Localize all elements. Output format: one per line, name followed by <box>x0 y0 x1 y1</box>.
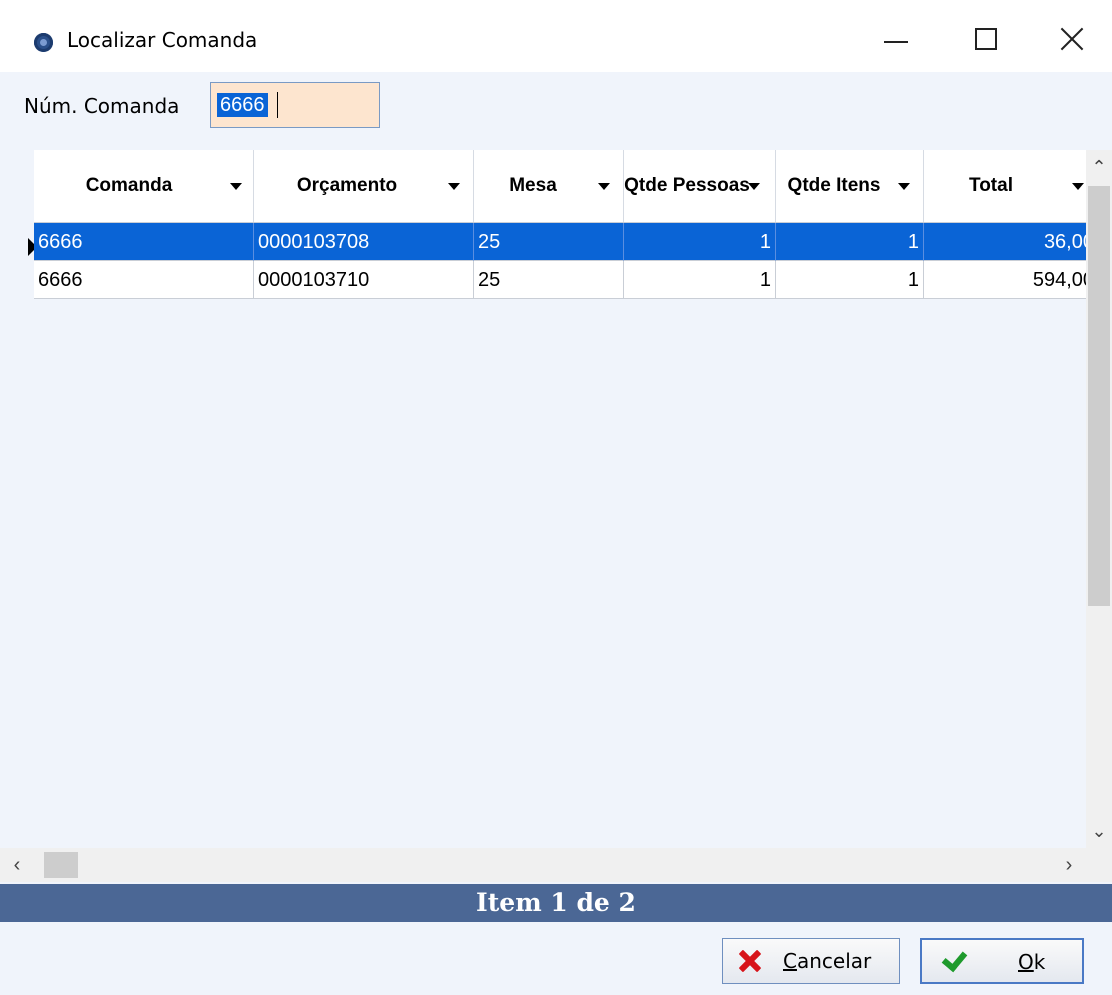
vertical-scroll-thumb[interactable] <box>1088 186 1110 606</box>
num-comanda-label: Núm. Comanda <box>24 94 180 118</box>
app-icon <box>34 33 53 52</box>
cell-qtde-pessoas: 1 <box>624 261 776 299</box>
cell-mesa: 25 <box>474 261 624 299</box>
ok-accelerator: O <box>1018 950 1034 974</box>
cell-orcamento: 0000103708 <box>254 223 474 261</box>
cancel-button[interactable]: Cancelar <box>722 938 900 984</box>
record-status-bar: Item 1 de 2 <box>0 884 1112 922</box>
ok-button-label: Ok <box>1018 940 1045 984</box>
num-comanda-value: 6666 <box>217 93 268 117</box>
cancel-x-icon <box>739 950 761 972</box>
sort-dropdown-icon[interactable] <box>1072 183 1084 190</box>
text-caret <box>277 92 278 118</box>
ok-label-rest: k <box>1033 950 1046 974</box>
table-row[interactable]: 6666 0000103708 25 1 1 36,00 <box>34 223 1098 261</box>
sort-dropdown-icon[interactable] <box>230 183 242 190</box>
ok-button[interactable]: Ok <box>920 938 1084 984</box>
grid-header: Comanda Orçamento Mesa Qtde Pessoas Qtde… <box>34 150 1098 223</box>
title-bar[interactable]: Localizar Comanda <box>0 0 1112 72</box>
column-header-label: Mesa <box>509 175 557 196</box>
scroll-left-icon[interactable]: ‹ <box>0 848 34 882</box>
num-comanda-input[interactable]: 6666 <box>210 82 380 128</box>
scroll-up-icon[interactable]: ⌃ <box>1086 150 1112 184</box>
cell-comanda: 6666 <box>34 261 254 299</box>
cell-qtde-pessoas: 1 <box>624 223 776 261</box>
dialog-window: Localizar Comanda Núm. Comanda 6666 Coma… <box>0 0 1112 995</box>
cell-comanda: 6666 <box>34 223 254 261</box>
column-header-label: Orçamento <box>296 175 398 196</box>
column-header-label: Qtde Pessoas <box>624 175 750 196</box>
cell-mesa: 25 <box>474 223 624 261</box>
sort-dropdown-icon[interactable] <box>748 183 760 190</box>
column-header-mesa[interactable]: Mesa <box>474 150 624 222</box>
sort-dropdown-icon[interactable] <box>598 183 610 190</box>
sort-dropdown-icon[interactable] <box>898 183 910 190</box>
column-header-label: Comanda <box>85 175 173 196</box>
horizontal-scrollbar[interactable]: ‹ › <box>0 848 1112 882</box>
column-header-total[interactable]: Total <box>924 150 1098 222</box>
column-header-label: Total <box>969 175 1013 196</box>
cancel-label-rest: ancelar <box>796 949 872 973</box>
table-row[interactable]: 6666 0000103710 25 1 1 594,00 <box>34 261 1098 299</box>
column-header-qtde-pessoas[interactable]: Qtde Pessoas <box>624 150 776 222</box>
results-grid[interactable]: Comanda Orçamento Mesa Qtde Pessoas Qtde… <box>12 150 1112 883</box>
column-header-orcamento[interactable]: Orçamento <box>254 150 474 222</box>
minimize-icon[interactable] <box>866 14 930 64</box>
cell-total: 594,00 <box>924 261 1098 299</box>
cell-orcamento: 0000103710 <box>254 261 474 299</box>
vertical-scrollbar[interactable]: ⌃ ⌄ <box>1086 150 1112 848</box>
horizontal-scroll-thumb[interactable] <box>44 852 78 878</box>
close-icon[interactable] <box>1040 14 1104 64</box>
sort-dropdown-icon[interactable] <box>448 183 460 190</box>
maximize-icon[interactable] <box>952 14 1016 64</box>
cell-qtde-itens: 1 <box>776 261 924 299</box>
scroll-down-icon[interactable]: ⌄ <box>1086 814 1112 848</box>
checkmark-icon <box>938 950 966 974</box>
cell-total: 36,00 <box>924 223 1098 261</box>
cancel-button-label: Cancelar <box>783 939 871 983</box>
column-header-comanda[interactable]: Comanda <box>34 150 254 222</box>
column-header-qtde-itens[interactable]: Qtde Itens <box>776 150 924 222</box>
column-header-label: Qtde Itens <box>787 175 881 196</box>
window-title: Localizar Comanda <box>67 28 258 52</box>
scroll-right-icon[interactable]: › <box>1052 848 1086 882</box>
cell-qtde-itens: 1 <box>776 223 924 261</box>
cancel-accelerator: C <box>783 949 797 973</box>
